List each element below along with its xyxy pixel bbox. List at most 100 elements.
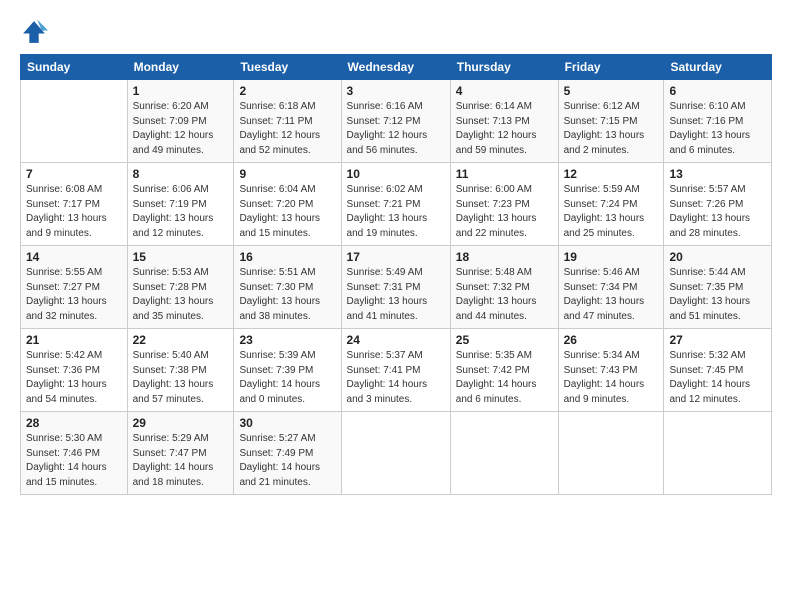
day-number: 29 bbox=[133, 416, 229, 430]
calendar-cell: 3 Sunrise: 6:16 AM Sunset: 7:12 PM Daylig… bbox=[341, 80, 450, 163]
day-info: Sunrise: 5:32 AM Sunset: 7:45 PM Dayligh… bbox=[669, 349, 766, 407]
weekday-header-thursday: Thursday bbox=[450, 55, 558, 80]
day-number: 28 bbox=[26, 416, 122, 430]
calendar-body: 1 Sunrise: 6:20 AM Sunset: 7:09 PM Daylig… bbox=[21, 80, 772, 495]
logo bbox=[20, 18, 52, 46]
day-info: Sunrise: 5:35 AM Sunset: 7:42 PM Dayligh… bbox=[456, 349, 553, 407]
calendar-cell: 27 Sunrise: 5:32 AM Sunset: 7:45 PM Dayli… bbox=[664, 329, 772, 412]
day-number: 8 bbox=[133, 167, 229, 181]
calendar-cell bbox=[664, 412, 772, 495]
day-info: Sunrise: 5:57 AM Sunset: 7:26 PM Dayligh… bbox=[669, 183, 766, 241]
day-number: 9 bbox=[239, 167, 335, 181]
day-info: Sunrise: 5:27 AM Sunset: 7:49 PM Dayligh… bbox=[239, 432, 335, 490]
day-info: Sunrise: 5:37 AM Sunset: 7:41 PM Dayligh… bbox=[347, 349, 445, 407]
calendar-cell: 2 Sunrise: 6:18 AM Sunset: 7:11 PM Daylig… bbox=[234, 80, 341, 163]
day-number: 15 bbox=[133, 250, 229, 264]
day-info: Sunrise: 6:20 AM Sunset: 7:09 PM Dayligh… bbox=[133, 100, 229, 158]
day-info: Sunrise: 5:42 AM Sunset: 7:36 PM Dayligh… bbox=[26, 349, 122, 407]
page-container: SundayMondayTuesdayWednesdayThursdayFrid… bbox=[0, 0, 792, 505]
day-info: Sunrise: 5:59 AM Sunset: 7:24 PM Dayligh… bbox=[564, 183, 659, 241]
calendar-week-5: 28 Sunrise: 5:30 AM Sunset: 7:46 PM Dayli… bbox=[21, 412, 772, 495]
day-info: Sunrise: 5:34 AM Sunset: 7:43 PM Dayligh… bbox=[564, 349, 659, 407]
header bbox=[20, 18, 772, 46]
day-number: 17 bbox=[347, 250, 445, 264]
calendar-cell: 17 Sunrise: 5:49 AM Sunset: 7:31 PM Dayli… bbox=[341, 246, 450, 329]
day-info: Sunrise: 6:10 AM Sunset: 7:16 PM Dayligh… bbox=[669, 100, 766, 158]
day-info: Sunrise: 5:48 AM Sunset: 7:32 PM Dayligh… bbox=[456, 266, 553, 324]
day-number: 10 bbox=[347, 167, 445, 181]
day-number: 4 bbox=[456, 84, 553, 98]
day-number: 6 bbox=[669, 84, 766, 98]
weekday-header-friday: Friday bbox=[558, 55, 664, 80]
calendar-cell: 23 Sunrise: 5:39 AM Sunset: 7:39 PM Dayli… bbox=[234, 329, 341, 412]
day-info: Sunrise: 5:39 AM Sunset: 7:39 PM Dayligh… bbox=[239, 349, 335, 407]
day-number: 21 bbox=[26, 333, 122, 347]
day-number: 27 bbox=[669, 333, 766, 347]
calendar-week-4: 21 Sunrise: 5:42 AM Sunset: 7:36 PM Dayli… bbox=[21, 329, 772, 412]
calendar-cell: 30 Sunrise: 5:27 AM Sunset: 7:49 PM Dayli… bbox=[234, 412, 341, 495]
day-info: Sunrise: 5:55 AM Sunset: 7:27 PM Dayligh… bbox=[26, 266, 122, 324]
day-info: Sunrise: 6:14 AM Sunset: 7:13 PM Dayligh… bbox=[456, 100, 553, 158]
day-number: 20 bbox=[669, 250, 766, 264]
day-number: 26 bbox=[564, 333, 659, 347]
calendar-cell: 1 Sunrise: 6:20 AM Sunset: 7:09 PM Daylig… bbox=[127, 80, 234, 163]
day-info: Sunrise: 5:49 AM Sunset: 7:31 PM Dayligh… bbox=[347, 266, 445, 324]
day-info: Sunrise: 5:44 AM Sunset: 7:35 PM Dayligh… bbox=[669, 266, 766, 324]
calendar: SundayMondayTuesdayWednesdayThursdayFrid… bbox=[20, 54, 772, 495]
weekday-header-sunday: Sunday bbox=[21, 55, 128, 80]
day-info: Sunrise: 6:16 AM Sunset: 7:12 PM Dayligh… bbox=[347, 100, 445, 158]
weekday-header-saturday: Saturday bbox=[664, 55, 772, 80]
day-number: 2 bbox=[239, 84, 335, 98]
day-number: 30 bbox=[239, 416, 335, 430]
calendar-cell: 22Sunrise: 5:40 AM Sunset: 7:38 PM Dayli… bbox=[127, 329, 234, 412]
weekday-header-wednesday: Wednesday bbox=[341, 55, 450, 80]
day-info: Sunrise: 6:00 AM Sunset: 7:23 PM Dayligh… bbox=[456, 183, 553, 241]
day-info: Sunrise: 5:53 AM Sunset: 7:28 PM Dayligh… bbox=[133, 266, 229, 324]
logo-icon bbox=[20, 18, 48, 46]
calendar-cell: 24Sunrise: 5:37 AM Sunset: 7:41 PM Dayli… bbox=[341, 329, 450, 412]
day-info: Sunrise: 6:18 AM Sunset: 7:11 PM Dayligh… bbox=[239, 100, 335, 158]
calendar-cell: 26 Sunrise: 5:34 AM Sunset: 7:43 PM Dayli… bbox=[558, 329, 664, 412]
calendar-cell bbox=[450, 412, 558, 495]
calendar-week-2: 7 Sunrise: 6:08 AM Sunset: 7:17 PM Daylig… bbox=[21, 163, 772, 246]
day-number: 13 bbox=[669, 167, 766, 181]
day-number: 1 bbox=[133, 84, 229, 98]
calendar-week-3: 14 Sunrise: 5:55 AM Sunset: 7:27 PM Dayli… bbox=[21, 246, 772, 329]
calendar-cell: 11 Sunrise: 6:00 AM Sunset: 7:23 PM Dayli… bbox=[450, 163, 558, 246]
day-number: 7 bbox=[26, 167, 122, 181]
calendar-cell: 16Sunrise: 5:51 AM Sunset: 7:30 PM Dayli… bbox=[234, 246, 341, 329]
calendar-cell: 18Sunrise: 5:48 AM Sunset: 7:32 PM Dayli… bbox=[450, 246, 558, 329]
calendar-cell: 4 Sunrise: 6:14 AM Sunset: 7:13 PM Daylig… bbox=[450, 80, 558, 163]
day-number: 3 bbox=[347, 84, 445, 98]
calendar-cell: 20 Sunrise: 5:44 AM Sunset: 7:35 PM Dayli… bbox=[664, 246, 772, 329]
calendar-header: SundayMondayTuesdayWednesdayThursdayFrid… bbox=[21, 55, 772, 80]
day-info: Sunrise: 6:12 AM Sunset: 7:15 PM Dayligh… bbox=[564, 100, 659, 158]
day-info: Sunrise: 5:46 AM Sunset: 7:34 PM Dayligh… bbox=[564, 266, 659, 324]
day-info: Sunrise: 6:04 AM Sunset: 7:20 PM Dayligh… bbox=[239, 183, 335, 241]
calendar-cell: 10 Sunrise: 6:02 AM Sunset: 7:21 PM Dayli… bbox=[341, 163, 450, 246]
day-info: Sunrise: 6:02 AM Sunset: 7:21 PM Dayligh… bbox=[347, 183, 445, 241]
day-info: Sunrise: 5:30 AM Sunset: 7:46 PM Dayligh… bbox=[26, 432, 122, 490]
calendar-cell: 14 Sunrise: 5:55 AM Sunset: 7:27 PM Dayli… bbox=[21, 246, 128, 329]
day-number: 22 bbox=[133, 333, 229, 347]
calendar-week-1: 1 Sunrise: 6:20 AM Sunset: 7:09 PM Daylig… bbox=[21, 80, 772, 163]
day-number: 16 bbox=[239, 250, 335, 264]
calendar-cell: 28 Sunrise: 5:30 AM Sunset: 7:46 PM Dayli… bbox=[21, 412, 128, 495]
day-number: 11 bbox=[456, 167, 553, 181]
day-number: 5 bbox=[564, 84, 659, 98]
day-number: 14 bbox=[26, 250, 122, 264]
day-info: Sunrise: 6:06 AM Sunset: 7:19 PM Dayligh… bbox=[133, 183, 229, 241]
day-info: Sunrise: 6:08 AM Sunset: 7:17 PM Dayligh… bbox=[26, 183, 122, 241]
day-number: 12 bbox=[564, 167, 659, 181]
weekday-header-tuesday: Tuesday bbox=[234, 55, 341, 80]
calendar-cell: 6 Sunrise: 6:10 AM Sunset: 7:16 PM Daylig… bbox=[664, 80, 772, 163]
day-number: 19 bbox=[564, 250, 659, 264]
calendar-cell: 8 Sunrise: 6:06 AM Sunset: 7:19 PM Daylig… bbox=[127, 163, 234, 246]
calendar-cell: 15 Sunrise: 5:53 AM Sunset: 7:28 PM Dayli… bbox=[127, 246, 234, 329]
calendar-cell: 21 Sunrise: 5:42 AM Sunset: 7:36 PM Dayli… bbox=[21, 329, 128, 412]
calendar-cell bbox=[21, 80, 128, 163]
day-number: 23 bbox=[239, 333, 335, 347]
calendar-cell: 7 Sunrise: 6:08 AM Sunset: 7:17 PM Daylig… bbox=[21, 163, 128, 246]
weekday-header-monday: Monday bbox=[127, 55, 234, 80]
calendar-cell bbox=[558, 412, 664, 495]
